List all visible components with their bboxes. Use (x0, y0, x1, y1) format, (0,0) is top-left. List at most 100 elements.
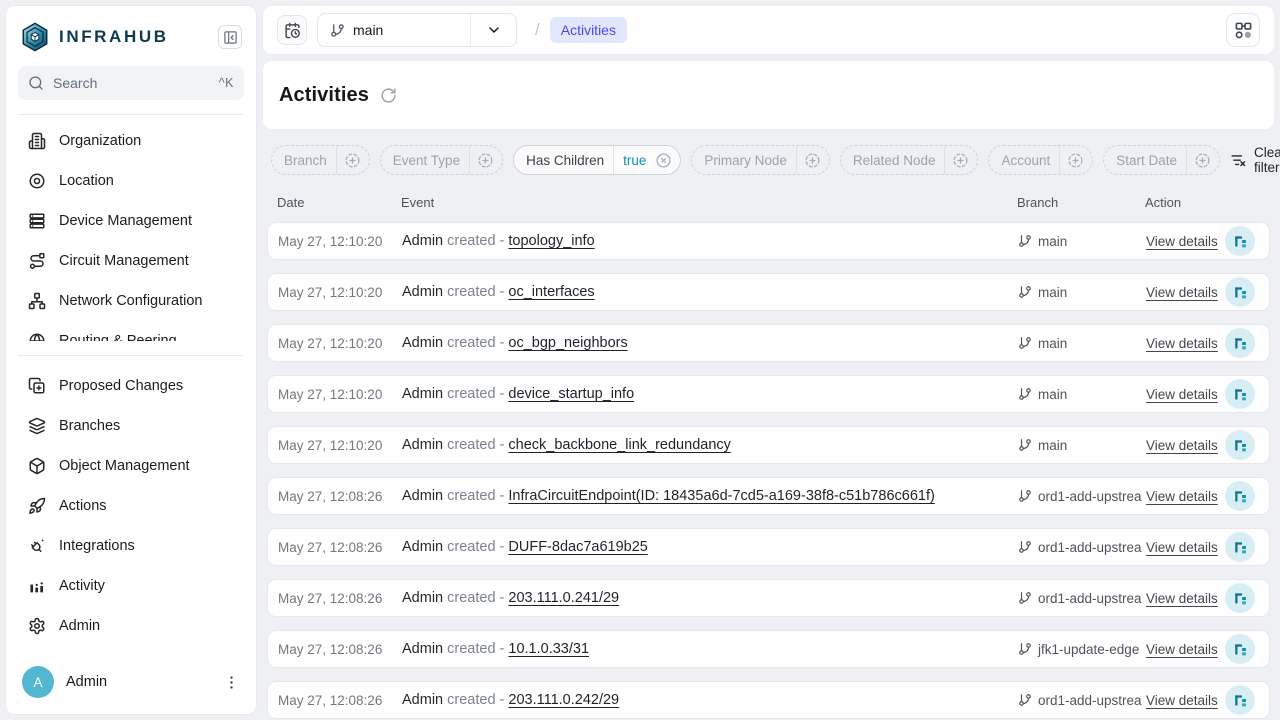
workflow-icon (1234, 21, 1253, 40)
plus-circle-icon[interactable] (470, 152, 502, 169)
clear-filters-button[interactable]: Clear filters (1230, 145, 1280, 175)
activity-object-link[interactable]: 203.111.0.242/29 (508, 692, 619, 708)
activity-object-link[interactable]: device_startup_info (508, 386, 634, 402)
activity-actor: Admin (402, 437, 443, 453)
plus-circle-icon[interactable] (797, 152, 829, 169)
activity-verb: created - (447, 386, 508, 402)
tree-hierarchy-icon (1233, 285, 1248, 300)
refresh-button[interactable] (380, 87, 397, 104)
activity-verb: created - (447, 284, 508, 300)
activity-object-link[interactable]: topology_info (508, 233, 594, 249)
view-details-link[interactable]: View details (1146, 591, 1218, 606)
activity-actions: View details (1146, 379, 1259, 409)
avatar: A (22, 666, 54, 698)
activity-verb: created - (447, 233, 508, 249)
related-tree-button[interactable] (1225, 685, 1255, 715)
related-tree-button[interactable] (1225, 481, 1255, 511)
view-details-link[interactable]: View details (1146, 234, 1218, 249)
sidebar-item-device-management[interactable]: Device Management (14, 201, 248, 241)
plus-circle-icon[interactable] (337, 152, 369, 169)
tree-hierarchy-icon (1233, 387, 1248, 402)
activity-row: May 27, 12:08:26 Admin created - 203.111… (267, 681, 1270, 719)
sidebar-item-location[interactable]: Location (14, 161, 248, 201)
related-tree-button[interactable] (1225, 328, 1255, 358)
activity-event: Admin created - 10.1.0.33/31 (402, 641, 1018, 657)
view-details-link[interactable]: View details (1146, 540, 1218, 555)
filter-chip-event-type[interactable]: Event Type (380, 145, 503, 175)
sidebar-item-admin[interactable]: Admin (14, 606, 248, 646)
activity-row: May 27, 12:08:26 Admin created - InfraCi… (267, 477, 1270, 515)
activity-actor: Admin (402, 488, 443, 504)
view-details-link[interactable]: View details (1146, 285, 1218, 300)
page-header: Activities (262, 60, 1275, 130)
view-details-link[interactable]: View details (1146, 642, 1218, 657)
related-tree-button[interactable] (1225, 583, 1255, 613)
task-manager-button[interactable] (1226, 13, 1260, 47)
activity-object-link[interactable]: InfraCircuitEndpoint(ID: 18435a6d-7cd5-a… (508, 488, 934, 504)
activity-actions: View details (1146, 277, 1259, 307)
view-details-link[interactable]: View details (1146, 438, 1218, 453)
filter-chip-primary-node[interactable]: Primary Node (691, 145, 830, 175)
related-tree-button[interactable] (1225, 532, 1255, 562)
related-tree-button[interactable] (1225, 226, 1255, 256)
activity-object-link[interactable]: oc_bgp_neighbors (508, 335, 627, 351)
sidebar-item-proposed-changes[interactable]: Proposed Changes (14, 366, 248, 406)
view-details-link[interactable]: View details (1146, 387, 1218, 402)
search-input[interactable]: Search ^K (18, 66, 244, 100)
sidebar-item-label: Object Management (59, 458, 190, 474)
activity-actor: Admin (402, 590, 443, 606)
selected-branch: main (353, 22, 383, 38)
activity-branch: main (1018, 438, 1146, 453)
view-details-link[interactable]: View details (1146, 336, 1218, 351)
git-branch-icon (1018, 642, 1032, 656)
activity-date: May 27, 12:10:20 (278, 438, 402, 453)
activity-date: May 27, 12:10:20 (278, 285, 402, 300)
related-tree-button[interactable] (1225, 634, 1255, 664)
x-circle-icon[interactable] (648, 152, 680, 169)
sidebar-item-activity[interactable]: Activity (14, 566, 248, 606)
filter-chip-account[interactable]: Account (988, 145, 1093, 175)
activity-object-link[interactable]: DUFF-8dac7a619b25 (508, 539, 647, 555)
related-tree-button[interactable] (1225, 379, 1255, 409)
related-tree-button[interactable] (1225, 277, 1255, 307)
view-details-link[interactable]: View details (1146, 693, 1218, 708)
tree-hierarchy-icon (1233, 693, 1248, 708)
activity-date: May 27, 12:08:26 (278, 642, 402, 657)
filter-chip-has-children[interactable]: Has Children true (513, 145, 681, 175)
activity-row: May 27, 12:10:20 Admin created - oc_inte… (267, 273, 1270, 311)
time-travel-button[interactable] (277, 15, 307, 45)
filter-chip-start-date[interactable]: Start Date (1103, 145, 1220, 175)
breadcrumb-separator: / (535, 20, 540, 40)
view-details-link[interactable]: View details (1146, 489, 1218, 504)
activity-object-link[interactable]: check_backbone_link_redundancy (508, 437, 731, 453)
sidebar-item-branches[interactable]: Branches (14, 406, 248, 446)
filter-chip-branch[interactable]: Branch (271, 145, 370, 175)
sidebar-item-routing-peering[interactable]: Routing & Peering (14, 321, 248, 341)
activity-object-link[interactable]: oc_interfaces (508, 284, 594, 300)
plus-circle-icon[interactable] (1187, 152, 1219, 169)
activity-branch: main (1018, 285, 1146, 300)
plus-circle-icon[interactable] (945, 152, 977, 169)
branch-selector[interactable]: main (317, 13, 517, 47)
sidebar-item-circuit-management[interactable]: Circuit Management (14, 241, 248, 281)
filter-label: Has Children (514, 153, 613, 168)
activity-row: May 27, 12:08:26 Admin created - 203.111… (267, 579, 1270, 617)
sidebar-item-actions[interactable]: Actions (14, 486, 248, 526)
activity-object-link[interactable]: 203.111.0.241/29 (508, 590, 619, 606)
sidebar-collapse-button[interactable] (218, 25, 242, 49)
git-branch-icon (1018, 234, 1032, 248)
sidebar-item-integrations[interactable]: Integrations (14, 526, 248, 566)
activity-object-link[interactable]: 10.1.0.33/31 (508, 641, 589, 657)
column-header-date: Date (277, 195, 401, 210)
breadcrumb-activities[interactable]: Activities (550, 17, 627, 43)
filter-chip-related-node[interactable]: Related Node (840, 145, 979, 175)
activity-date: May 27, 12:10:20 (278, 234, 402, 249)
sidebar-item-organization[interactable]: Organization (14, 121, 248, 161)
search-placeholder: Search (53, 75, 97, 91)
sidebar-item-object-management[interactable]: Object Management (14, 446, 248, 486)
sidebar-item-network-configuration[interactable]: Network Configuration (14, 281, 248, 321)
gear-icon (28, 617, 46, 635)
plus-circle-icon[interactable] (1060, 152, 1092, 169)
user-options-button[interactable] (223, 674, 240, 691)
related-tree-button[interactable] (1225, 430, 1255, 460)
